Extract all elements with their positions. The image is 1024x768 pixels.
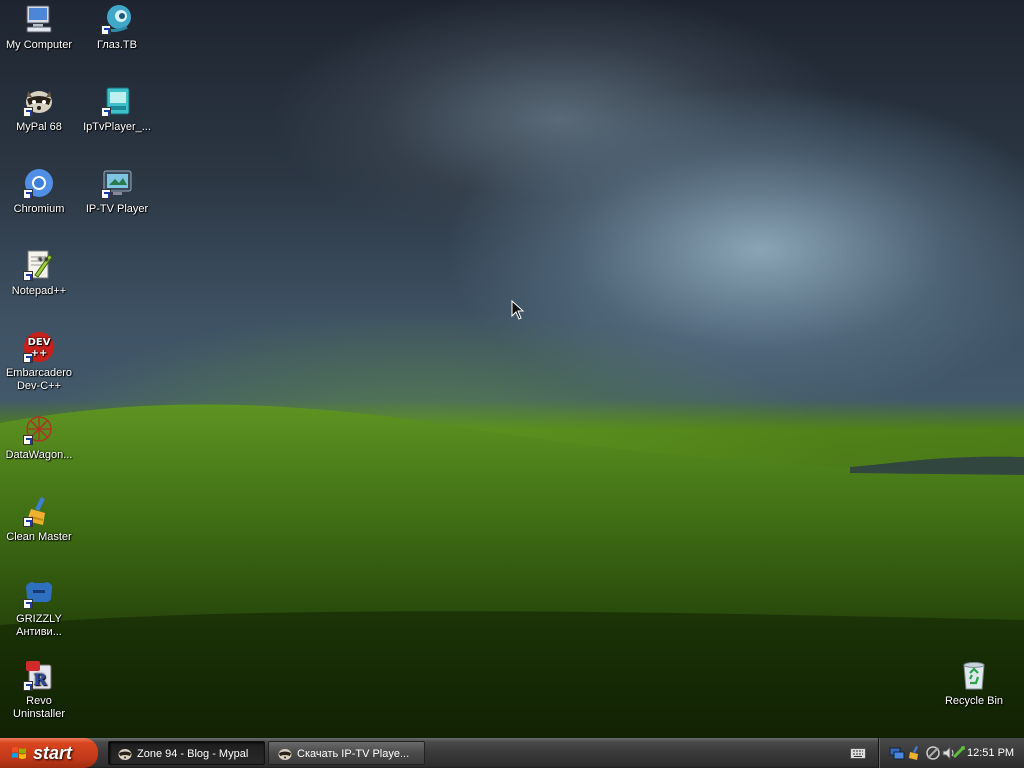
shortcut-arrow-icon — [23, 353, 33, 363]
icon-label: Recycle Bin — [944, 695, 1004, 707]
clock[interactable]: 12:51 PM — [967, 738, 1014, 768]
desktop-icon-chromium[interactable]: Chromium — [0, 167, 78, 216]
svg-text:DEV: DEV — [28, 337, 51, 348]
clean-master-tray-icon[interactable] — [907, 745, 923, 761]
desktop-icon-recycle-bin[interactable]: Recycle Bin — [935, 659, 1013, 708]
icon-label: Notepad++ — [11, 285, 67, 297]
mouse-pointer-icon — [511, 300, 525, 320]
desktop-icon-mypal-68[interactable]: MyPal 68 — [0, 85, 78, 134]
shortcut-arrow-icon — [23, 681, 33, 691]
desktop-icon-my-computer[interactable]: My Computer — [0, 3, 78, 52]
icon-label: Clean Master — [6, 531, 72, 543]
desktop-icon-ip-tv-player[interactable]: IP-TV Player — [78, 167, 156, 216]
icon-label: Chromium — [13, 203, 65, 215]
shortcut-arrow-icon — [23, 599, 33, 609]
desktop-icon-revo-uninstaller[interactable]: R Revo Uninstaller — [0, 659, 78, 721]
taskbar-button-mypal-blog[interactable]: Zone 94 - Blog - Mypal — [108, 741, 265, 765]
icon-label: Revo Uninstaller — [13, 695, 65, 720]
desktop-icon-notepad-plus-plus[interactable]: ++ Notepad++ — [0, 249, 78, 298]
icon-label: DataWagon... — [5, 449, 73, 461]
shortcut-arrow-icon — [23, 435, 33, 445]
shortcut-arrow-icon — [23, 189, 33, 199]
satellite-icon[interactable] — [925, 745, 941, 761]
system-tray: 12:51 PM — [878, 738, 1024, 768]
wallpaper-hill — [0, 404, 1024, 738]
shortcut-arrow-icon — [101, 189, 111, 199]
shortcut-arrow-icon — [23, 107, 33, 117]
shortcut-arrow-icon — [101, 25, 111, 35]
mypal-raccoon-icon — [278, 749, 292, 760]
icon-label: Глаз.ТВ — [97, 39, 137, 51]
taskbar: start Zone 94 - Blog - Mypal Скачать IP-… — [0, 738, 1024, 768]
desktop: My Computer MyPal 68 Chromium ++ Notepad… — [0, 0, 1024, 738]
icon-label: Embarcadero Dev-C++ — [5, 367, 73, 392]
recycle-bin-icon — [963, 662, 985, 690]
taskbar-button-label: Zone 94 - Blog - Mypal — [137, 748, 249, 760]
start-button[interactable]: start — [0, 738, 98, 768]
taskbar-button-label: Скачать IP-TV Playe... — [297, 748, 410, 760]
start-label: start — [33, 743, 73, 763]
desktop-icon-grizzly-antivirus[interactable]: GRIZZLY Антиви... — [0, 577, 78, 639]
network-icon[interactable] — [889, 745, 905, 761]
keyboard-icon[interactable] — [850, 746, 866, 760]
icon-label: My Computer — [5, 39, 73, 51]
icon-label: IpTvPlayer_... — [83, 121, 151, 133]
safely-remove-icon[interactable] — [951, 745, 967, 761]
icon-label: GRIZZLY Антиви... — [16, 613, 62, 638]
windows-flag-icon — [12, 747, 26, 759]
taskbar-button-ip-tv-download[interactable]: Скачать IP-TV Playe... — [268, 741, 425, 765]
icon-label: IP-TV Player — [85, 203, 149, 215]
shortcut-arrow-icon — [23, 517, 33, 527]
icon-label: MyPal 68 — [16, 121, 62, 133]
my-computer-icon — [26, 5, 52, 33]
desktop-icon-datawagon[interactable]: DataWagon... — [0, 413, 78, 462]
svg-text:R: R — [33, 670, 47, 689]
shortcut-arrow-icon — [23, 271, 33, 281]
svg-text:++: ++ — [37, 255, 49, 263]
desktop-icon-clean-master[interactable]: Clean Master — [0, 495, 78, 544]
shortcut-arrow-icon — [101, 107, 111, 117]
desktop-icon-glaz-tv[interactable]: Глаз.ТВ — [78, 3, 156, 52]
desktop-icon-embarcadero-dev-cpp[interactable]: DEV ++ Embarcadero Dev-C++ — [0, 331, 78, 393]
svg-text:++: ++ — [31, 348, 48, 359]
mypal-raccoon-icon — [118, 749, 132, 760]
desktop-icon-iptvplayer-shortcut[interactable]: IpTvPlayer_... — [78, 85, 156, 134]
